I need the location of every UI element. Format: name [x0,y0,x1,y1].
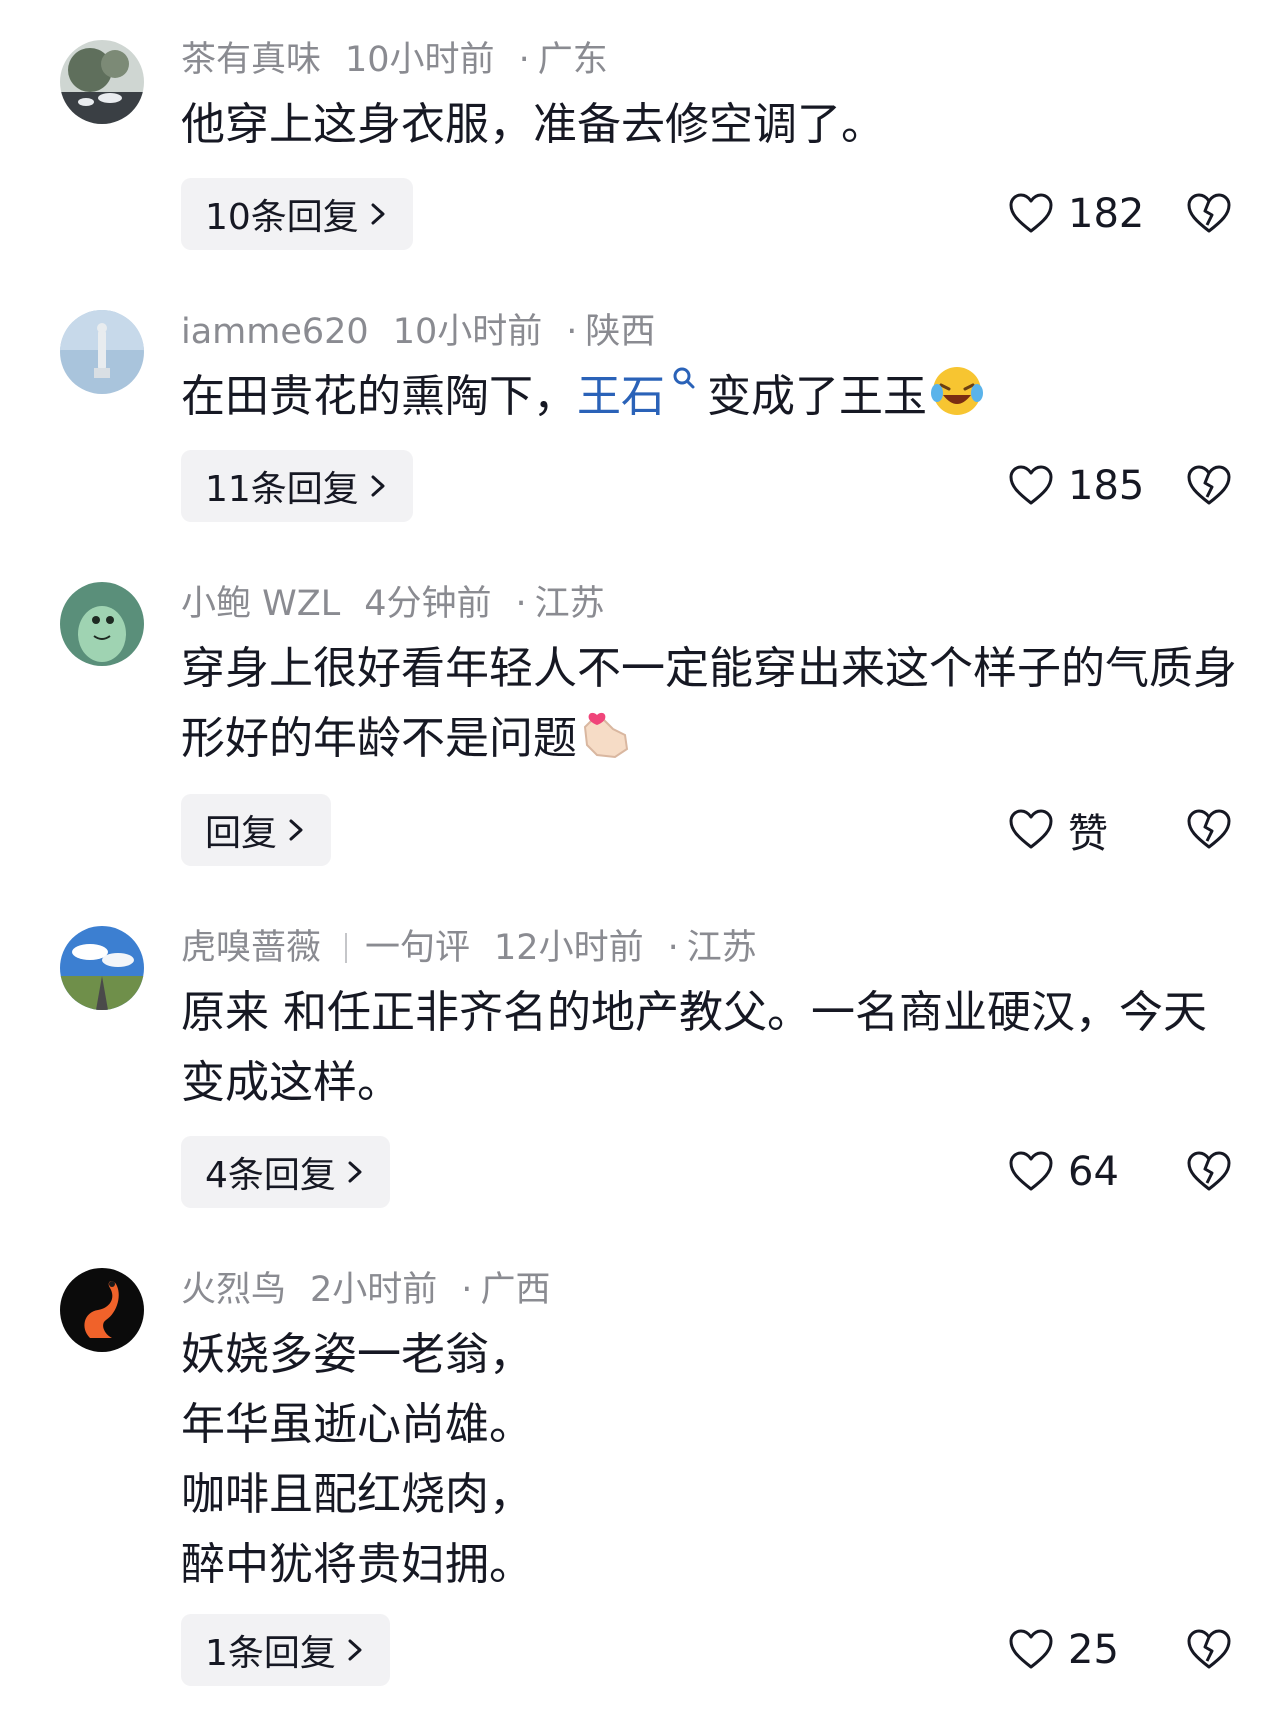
meta-separator: · [667,928,679,968]
comment-region: 陕西 [585,312,656,352]
avatar[interactable] [60,926,144,1010]
like-count: 64 [1068,1149,1119,1195]
meta-separator: · [515,584,527,624]
chevron-right-icon [371,203,385,225]
search-link[interactable]: 王石 [577,367,707,422]
dislike-button[interactable] [1186,794,1232,866]
chevron-right-icon [348,1161,362,1183]
broken-heart-icon [1187,1151,1231,1191]
comment-text-part: 在田贵花的熏陶下， [181,371,577,422]
comment-text-line: 妖娆多姿一老翁， [181,1329,533,1380]
finger-heart-emoji-icon [583,712,629,759]
like-count: 182 [1068,191,1145,237]
comment-meta: iamme620 10小时前 · 陕西 [181,310,679,354]
broken-heart-icon [1187,465,1231,505]
view-replies-button[interactable]: 1条回复 [181,1614,390,1686]
heart-icon [1009,1151,1053,1191]
comment-meta: 茶有真味 10小时前 · 广东 [181,38,632,82]
comment-region: 江苏 [534,584,605,624]
reply-count-label: 10条回复 [205,197,359,238]
reply-button[interactable]: 回复 [181,794,332,866]
comment-text: 穿身上很好看年轻人不一定能穿出来这个样子的气质身形好的年龄不是问题 [181,634,1241,774]
comment-region: 广西 [480,1270,551,1310]
laughing-crying-emoji-icon [931,367,983,415]
comment-meta: 火烈鸟 2小时前 · 广西 [181,1268,574,1312]
comment-text: 在田贵花的熏陶下，王石 变成了王玉 [181,362,1241,432]
broken-heart-icon [1187,193,1231,233]
meta-separator: · [518,40,530,80]
avatar[interactable] [60,1268,144,1352]
meta-divider [345,933,348,963]
user-tag: 一句评 [365,928,471,968]
avatar[interactable] [60,40,144,124]
search-link-text: 王石 [577,371,665,422]
comment-text-part: 变成了王玉 [707,371,927,422]
comment-text-line: 咖啡且配红烧肉， [181,1469,533,1520]
meta-separator: · [566,312,578,352]
like-button[interactable]: 64 [1008,1136,1119,1208]
comment-time: 10小时前 [345,40,495,80]
like-count: 185 [1068,463,1145,509]
chevron-right-icon [289,819,303,841]
heart-icon [1009,465,1053,505]
reply-count-label: 4条回复 [205,1155,336,1196]
view-replies-button[interactable]: 10条回复 [181,178,413,250]
dislike-button[interactable] [1186,450,1232,522]
like-button[interactable]: 赞 [1008,794,1108,866]
heart-icon [1009,1629,1053,1669]
username[interactable]: 茶有真味 [181,40,321,80]
search-icon [673,367,695,389]
broken-heart-icon [1187,809,1231,849]
like-count: 赞 [1068,811,1108,857]
comment-time: 12小时前 [494,928,644,968]
comment-meta: 虎嗅蔷薇 一句评 12小时前 · 江苏 [181,926,781,970]
comment-time: 2小时前 [310,1270,438,1310]
username[interactable]: iamme620 [181,312,369,352]
comment-text: 他穿上这身衣服，准备去修空调了。 [181,99,885,150]
reply-count-label: 1条回复 [205,1633,336,1674]
meta-separator: · [461,1270,473,1310]
reply-count-label: 11条回复 [205,469,359,510]
comment-time: 4分钟前 [364,584,492,624]
comment-time: 10小时前 [392,312,543,352]
like-count: 25 [1068,1627,1119,1673]
username[interactable]: 火烈鸟 [181,1270,286,1310]
dislike-button[interactable] [1186,1136,1232,1208]
avatar[interactable] [60,310,144,394]
dislike-button[interactable] [1186,178,1232,250]
username[interactable]: 虎嗅蔷薇 [181,928,321,968]
heart-icon [1009,809,1053,849]
reply-count-label: 回复 [205,813,278,854]
like-button[interactable]: 25 [1008,1614,1119,1686]
like-button[interactable]: 182 [1008,178,1144,250]
chevron-right-icon [371,475,385,497]
view-replies-button[interactable]: 11条回复 [181,450,413,522]
comment-text: 妖娆多姿一老翁， 年华虽逝心尚雄。 咖啡且配红烧肉， 醉中犹将贵妇拥。 [181,1320,1241,1600]
comment-text-part: 穿身上很好看年轻人不一定能穿出来这个样子的气质身形好的年龄不是问题 [181,643,1237,764]
comment-region: 江苏 [686,928,757,968]
username[interactable]: 小鲍 WZL [181,584,340,624]
comment-region: 广东 [537,40,608,80]
heart-icon [1009,193,1053,233]
comment-text-line: 醉中犹将贵妇拥。 [181,1539,533,1590]
comment-text-line: 年华虽逝心尚雄。 [181,1399,533,1450]
dislike-button[interactable] [1186,1614,1232,1686]
comment-text: 原来 和任正非齐名的地产教父。一名商业硬汉，今天变成这样。 [181,987,1207,1108]
broken-heart-icon [1187,1629,1231,1669]
comment-meta: 小鲍 WZL 4分钟前 · 江苏 [181,582,629,626]
view-replies-button[interactable]: 4条回复 [181,1136,390,1208]
avatar[interactable] [60,582,144,666]
chevron-right-icon [348,1639,362,1661]
like-button[interactable]: 185 [1008,450,1144,522]
